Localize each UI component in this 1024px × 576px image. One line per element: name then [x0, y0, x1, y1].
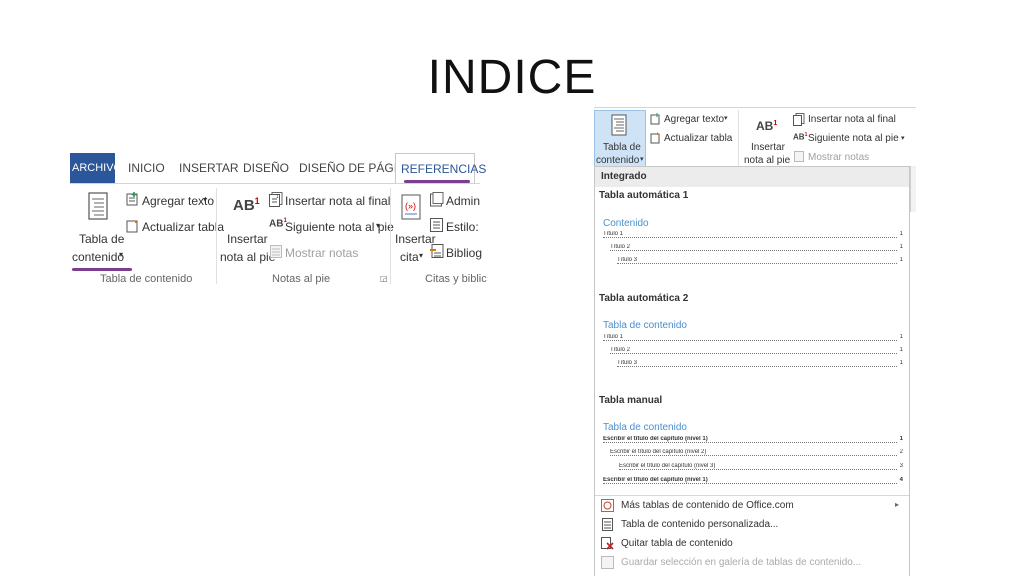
group-separator: [738, 110, 739, 166]
add-text-button[interactable]: Agregar texto: [664, 114, 724, 125]
toc-button-label-1[interactable]: Tabla de: [79, 232, 124, 246]
toc-entry: Escribir el título del capítulo (nivel 1…: [603, 477, 903, 484]
toc-button-label-2[interactable]: contenido: [596, 155, 639, 166]
insert-footnote-label-1[interactable]: Insertar: [227, 232, 268, 246]
tab-insertar[interactable]: INSERTAR: [174, 153, 244, 183]
group-label-notes: Notas al pie: [272, 273, 331, 285]
tab-diseno[interactable]: DISEÑO: [238, 153, 294, 183]
insert-endnote-icon: 1: [269, 192, 283, 207]
group-separator: [216, 188, 217, 284]
toc-entry: Escribir el título del capítulo (nivel 1…: [603, 436, 903, 443]
svg-text:1: 1: [276, 194, 279, 200]
insert-footnote-label-2[interactable]: nota al pie: [220, 250, 275, 264]
save-selection-label: Guardar selección en galería de tablas d…: [621, 557, 862, 568]
ribbon-references-left: ARCHIVO INICIO INSERTAR DISEÑO DISEÑO DE…: [70, 153, 487, 288]
style-icon: [430, 218, 443, 232]
insert-endnote-button[interactable]: Insertar nota al final: [285, 194, 390, 208]
update-table-icon: [126, 220, 138, 233]
ribbon-tabbar: ARCHIVO INICIO INSERTAR DISEÑO DISEÑO DE…: [70, 153, 486, 184]
ribbon-body: Tabla de contenido ▾ Agregar texto ▾ Act…: [70, 183, 487, 288]
insert-endnote-button[interactable]: Insertar nota al final: [808, 114, 896, 125]
slide-title: INDICE: [427, 51, 597, 104]
manage-sources-button[interactable]: Admin: [446, 194, 480, 208]
insert-footnote-icon: AB1: [233, 196, 260, 214]
add-text-icon: [650, 113, 660, 125]
remove-table-label: Quitar tabla de contenido: [621, 538, 733, 549]
toc-entry: Título 21: [610, 347, 903, 354]
toc-entry: Título 11: [603, 231, 903, 238]
section-auto-table-2: Tabla automática 2: [599, 293, 689, 304]
insert-endnote-icon: [793, 113, 805, 126]
group-separator: [390, 188, 391, 284]
toc-underline: [72, 268, 132, 271]
toc-entry: Escribir el título del capítulo (nivel 3…: [619, 463, 903, 470]
toc-gallery-dropdown: Integrado Tabla automática 1 Contenido T…: [594, 166, 910, 576]
dialog-launcher-icon[interactable]: ◲: [380, 274, 388, 283]
insert-footnote-icon: AB1: [756, 119, 778, 133]
chevron-down-icon[interactable]: ▾: [901, 134, 905, 142]
table-of-contents-icon: [611, 114, 627, 136]
chevron-down-icon[interactable]: ▾: [419, 251, 423, 260]
show-notes-icon: [794, 151, 804, 162]
show-notes-icon: [270, 245, 282, 258]
more-tables-label: Más tablas de contenido de Office.com: [621, 500, 794, 511]
scrollbar[interactable]: [910, 166, 916, 212]
update-table-button[interactable]: Actualizar tabla: [142, 220, 224, 234]
show-notes-button[interactable]: Mostrar notas: [808, 152, 869, 163]
insert-citation-label-2[interactable]: cita: [400, 250, 419, 264]
toc-entry: Título 11: [603, 334, 903, 341]
chevron-down-icon[interactable]: ▾: [119, 250, 123, 259]
gallery-header: Integrado: [595, 167, 909, 187]
ribbon-references-right: Tabla de contenido ▾ Agregar texto ▾ Act…: [594, 107, 916, 168]
group-label-citations: Citas y biblic: [425, 273, 487, 285]
chevron-right-icon: ▸: [895, 500, 900, 509]
chevron-down-icon[interactable]: ▾: [640, 155, 644, 163]
toc-entry: Título 21: [610, 244, 903, 251]
toc-preview-title: Tabla de contenido: [603, 320, 687, 331]
add-text-icon: [126, 192, 138, 206]
office-globe-icon: [601, 499, 614, 512]
remove-toc-icon: [601, 537, 614, 550]
menu-separator: [595, 495, 909, 496]
section-manual-table: Tabla manual: [599, 395, 663, 406]
svg-text:(»): (»): [405, 201, 416, 211]
section-auto-table-1: Tabla automática 1: [599, 190, 689, 201]
tab-archivo[interactable]: ARCHIVO: [70, 153, 122, 183]
insert-citation-icon: (»): [401, 194, 421, 220]
bibliography-icon: [430, 244, 444, 258]
toc-entry: Título 31: [617, 360, 903, 367]
next-footnote-button[interactable]: Siguiente nota al pie: [808, 133, 899, 144]
bibliography-button[interactable]: Bibliog: [446, 246, 482, 260]
toc-button-label-1[interactable]: Tabla de: [603, 142, 641, 153]
style-selector[interactable]: Estilo:: [446, 220, 479, 234]
update-table-button[interactable]: Actualizar tabla: [664, 133, 732, 144]
update-table-icon: [650, 132, 660, 144]
table-of-contents-icon: [88, 192, 108, 220]
manage-sources-icon: [430, 192, 444, 207]
toc-entry: Escribir el título del capítulo (nivel 2…: [610, 449, 903, 456]
show-notes-button[interactable]: Mostrar notas: [285, 246, 358, 260]
chevron-down-icon[interactable]: ▾: [376, 221, 380, 230]
custom-toc-icon: [602, 518, 613, 531]
save-selection-icon: [601, 556, 614, 569]
next-footnote-icon: AB1: [793, 132, 808, 142]
toc-entry: Título 31: [617, 257, 903, 264]
chevron-down-icon[interactable]: ▾: [724, 114, 728, 122]
toc-preview-title: Contenido: [603, 218, 649, 229]
toc-preview-title: Tabla de contenido: [603, 422, 687, 433]
toc-button-label-2[interactable]: contenido: [72, 250, 124, 264]
tab-inicio[interactable]: INICIO: [123, 153, 170, 183]
group-label-toc: Tabla de contenido: [100, 273, 193, 285]
insert-footnote-label-1[interactable]: Insertar: [751, 142, 785, 153]
custom-table-label: Tabla de contenido personalizada...: [621, 519, 779, 530]
insert-footnote-label-2[interactable]: nota al pie: [744, 155, 790, 166]
chevron-down-icon[interactable]: ▾: [203, 195, 207, 204]
